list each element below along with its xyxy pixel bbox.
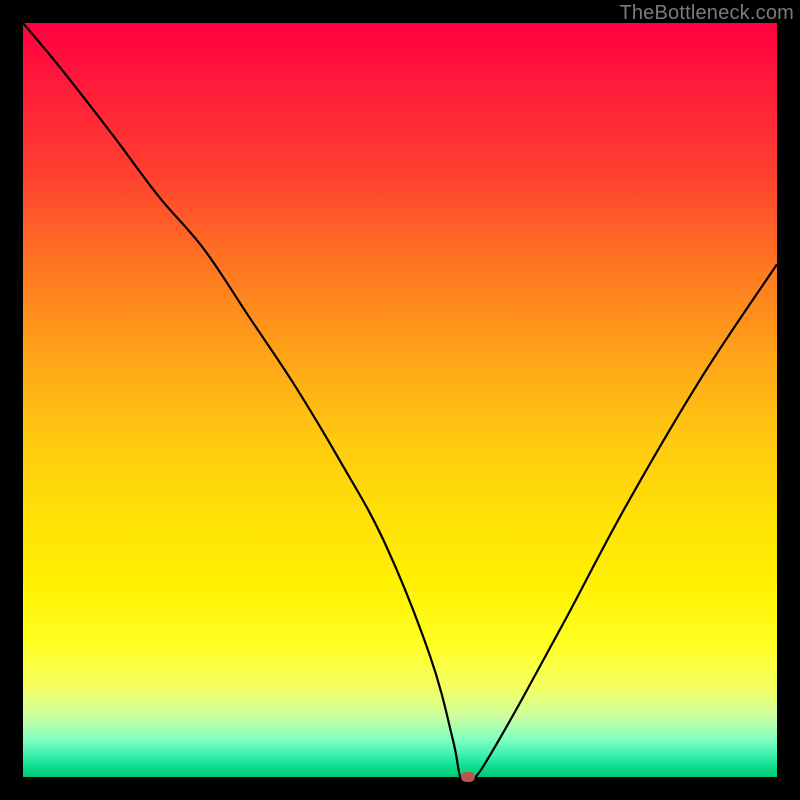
watermark-text: TheBottleneck.com xyxy=(619,2,794,25)
curve-layer xyxy=(23,23,777,777)
optimal-point-marker xyxy=(461,772,475,782)
chart-container: TheBottleneck.com xyxy=(0,0,800,800)
plot-area xyxy=(23,23,777,777)
bottleneck-curve xyxy=(23,23,777,777)
